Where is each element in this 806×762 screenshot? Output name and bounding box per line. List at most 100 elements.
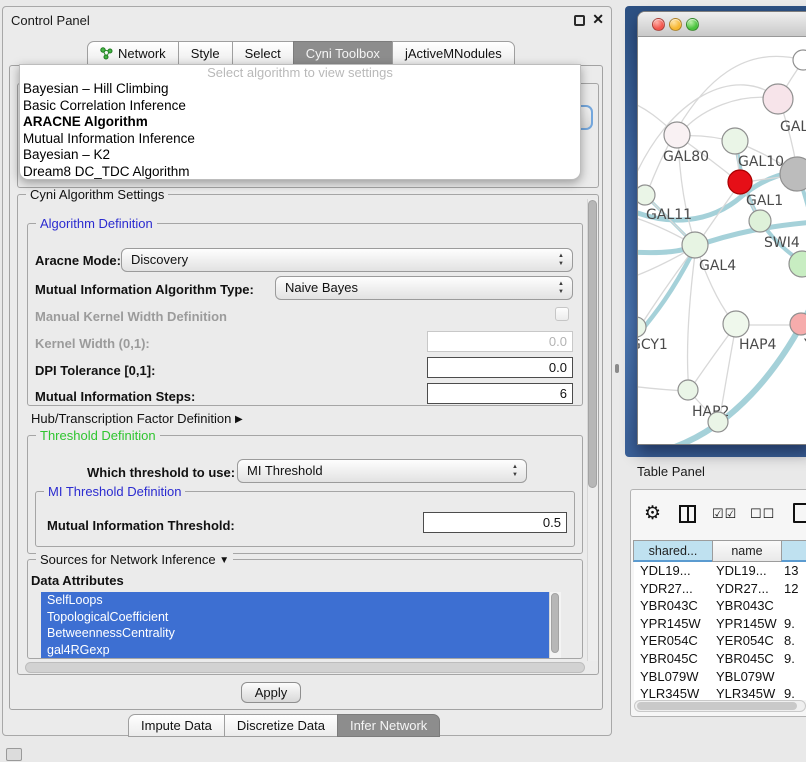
table-row[interactable]: YPR145WYPR145W9.	[634, 615, 806, 633]
select-all-icon[interactable]: ☑☑	[712, 506, 737, 522]
which-threshold-label: Which threshold to use:	[87, 465, 235, 480]
table-hscrollbar-track[interactable]	[634, 700, 806, 712]
algorithm-dropdown-placeholder: Select algorithm to view settings	[20, 65, 580, 81]
table-cell: YBL079W	[634, 668, 708, 686]
table-cell: 12	[780, 580, 800, 598]
expanded-arrow-icon: ▼	[219, 555, 229, 566]
table-row[interactable]: YER054CYER054C8.	[634, 632, 806, 650]
network-node-hap2[interactable]	[678, 380, 698, 400]
control-panel-title: Control Panel	[11, 13, 90, 28]
cyni-bottom-tabbar: Impute DataDiscretize DataInfer Network	[128, 714, 440, 737]
tab-jactivemnodules[interactable]: jActiveMNodules	[392, 41, 515, 66]
network-node-swi4[interactable]	[749, 210, 771, 232]
tab-select[interactable]: Select	[232, 41, 294, 66]
mac-zoom-button[interactable]	[686, 18, 699, 31]
table-row[interactable]: YBR043CYBR043C	[634, 597, 806, 615]
algorithm-definition-title: Algorithm Definition	[36, 216, 157, 231]
tab-label: Select	[245, 46, 281, 61]
table-row[interactable]: YDR27...YDR27...12	[634, 580, 806, 598]
network-node-gal80[interactable]	[664, 122, 690, 148]
network-node-gal[interactable]	[763, 84, 793, 114]
kernel-width-label: Kernel Width (0,1):	[35, 336, 150, 351]
attribute-list-item[interactable]: BetweennessCentrality	[41, 625, 549, 642]
network-window-titlebar[interactable]	[638, 12, 806, 37]
which-threshold-combo[interactable]: MI Threshold ▲▼	[237, 459, 527, 483]
table-row[interactable]: YBL079WYBL079W	[634, 668, 806, 686]
network-node-gal10[interactable]	[722, 128, 748, 154]
deselect-all-icon[interactable]: ☐☐	[750, 506, 775, 522]
table-column-header[interactable]	[781, 540, 806, 562]
attr-list-scrollbar-thumb[interactable]	[551, 593, 559, 653]
mac-close-button[interactable]	[652, 18, 665, 31]
aracne-mode-value: Discovery	[131, 252, 188, 267]
network-edge	[688, 246, 696, 391]
dropdown-item[interactable]: Bayesian – K2	[20, 147, 580, 164]
table-cell: YDR27...	[708, 580, 780, 598]
dropdown-item[interactable]: Dream8 DC_TDC Algorithm	[20, 164, 580, 181]
mi-threshold-field[interactable]: 0.5	[423, 512, 567, 533]
network-icon	[100, 47, 113, 60]
tab-style[interactable]: Style	[178, 41, 233, 66]
network-node-gal11[interactable]	[638, 185, 655, 205]
tab-cyni-toolbox[interactable]: Cyni Toolbox	[293, 41, 393, 66]
network-node-label: GAL4	[699, 258, 736, 274]
dropdown-item[interactable]: Bayesian – Hill Climbing	[20, 81, 580, 98]
combo-arrows-icon: ▲▼	[558, 252, 564, 268]
dropdown-item[interactable]: Basic Correlation Inference	[20, 98, 580, 115]
table-row[interactable]: YBR045CYBR045C9.	[634, 650, 806, 668]
network-node-label: GAL1	[746, 193, 783, 209]
tab-discretize-data[interactable]: Discretize Data	[224, 714, 338, 737]
network-view-window: GALGAL80GAL10GAL1GAL11GAL4SWI4GCY1HAP4YH…	[637, 11, 806, 445]
float-window-icon[interactable]	[574, 15, 585, 26]
mi-algorithm-type-combo[interactable]: Naive Bayes ▲▼	[275, 276, 573, 300]
close-panel-icon[interactable]: ✕	[592, 11, 604, 28]
settings-scrollbar-thumb[interactable]	[588, 200, 597, 488]
tab-label: Cyni Toolbox	[306, 46, 380, 61]
table-cell: 13	[780, 562, 800, 580]
attribute-list-item[interactable]: gal4RGexp	[41, 642, 549, 659]
mi-steps-field[interactable]: 6	[427, 383, 573, 404]
table-cell: 9.	[780, 685, 800, 700]
mac-minimize-button[interactable]	[669, 18, 682, 31]
split-columns-icon[interactable]	[679, 505, 696, 523]
network-edge	[639, 246, 696, 328]
attribute-list-item[interactable]: SelfLoops	[41, 592, 549, 609]
network-node[interactable]	[793, 50, 806, 70]
table-cell: YDL19...	[708, 562, 780, 580]
table-column-header[interactable]: name	[712, 540, 782, 562]
dpi-tolerance-field[interactable]: 0.0	[427, 357, 573, 378]
sources-toggle[interactable]: Sources for Network Inference ▼	[36, 552, 233, 567]
table-row[interactable]: YDL19...YDL19...13	[634, 562, 806, 580]
table-column-header[interactable]: shared...	[633, 540, 713, 562]
table-hscrollbar-thumb[interactable]	[637, 702, 797, 710]
gear-icon[interactable]: ⚙	[644, 502, 661, 525]
network-node-hap4[interactable]	[723, 311, 749, 337]
panel-splitter-handle[interactable]	[615, 364, 619, 373]
apply-button[interactable]: Apply	[241, 682, 301, 703]
network-node-y[interactable]	[790, 313, 806, 335]
control-panel-window: Control Panel ✕ NetworkStyle Select Cyni T…	[2, 6, 612, 736]
table-cell: YDR27...	[634, 580, 708, 598]
aracne-mode-combo[interactable]: Discovery ▲▼	[121, 248, 573, 272]
settings-hscrollbar[interactable]	[25, 662, 585, 673]
dropdown-item[interactable]: ARACNE Algorithm	[20, 114, 580, 131]
app-root: Control Panel ✕ NetworkStyle Select Cyni T…	[0, 0, 806, 762]
network-node-gal4[interactable]	[682, 232, 708, 258]
tab-impute-data[interactable]: Impute Data	[128, 714, 225, 737]
mi-threshold-label: Mutual Information Threshold:	[47, 518, 235, 533]
attribute-list-item[interactable]: TopologicalCoefficient	[41, 609, 549, 626]
collapsed-panel-icon[interactable]	[6, 748, 22, 761]
table-row[interactable]: YLR345WYLR345W9.	[634, 685, 806, 700]
network-node-label: GCY1	[638, 337, 668, 353]
dropdown-item[interactable]: Mutual Information Inference	[20, 131, 580, 148]
tab-infer-network[interactable]: Infer Network	[337, 714, 440, 737]
network-node[interactable]	[708, 412, 728, 432]
tab-label: jActiveMNodules	[405, 46, 502, 61]
tab-network[interactable]: Network	[87, 41, 179, 66]
network-graph-canvas[interactable]: GALGAL80GAL10GAL1GAL11GAL4SWI4GCY1HAP4YH…	[638, 38, 806, 445]
table-cell: 8.	[780, 632, 800, 650]
page-icon[interactable]	[793, 503, 806, 523]
network-node-label: GAL	[780, 119, 806, 135]
hub-definition-toggle[interactable]: Hub/Transcription Factor Definition ▶	[31, 411, 243, 426]
network-node-gal1[interactable]	[728, 170, 752, 194]
